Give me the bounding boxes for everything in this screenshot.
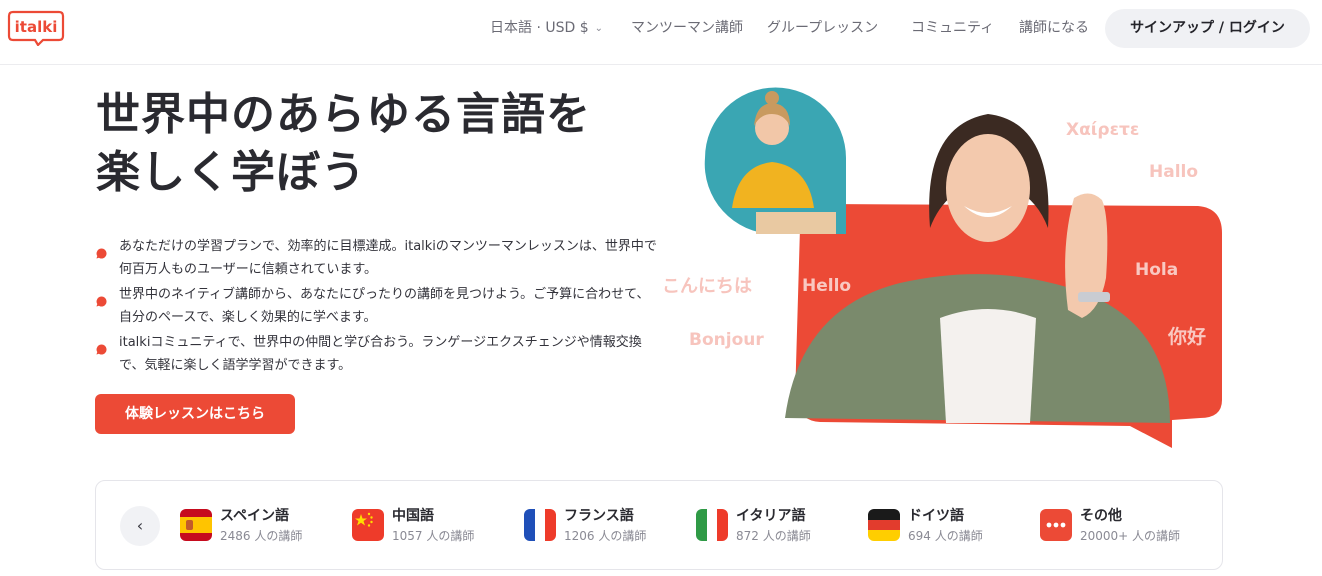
bullet-bubble-icon xyxy=(96,344,107,355)
logo-text: italki xyxy=(15,18,58,36)
tutor-count: 20000+ 人の講師 xyxy=(1080,529,1181,543)
nav-one-on-one-tutors[interactable]: マンツーマン講師 xyxy=(631,19,743,37)
tutor-count: 694 人の講師 xyxy=(908,529,983,543)
greeting-japanese: こんにちは xyxy=(662,276,752,297)
language-carousel: ‹ スペイン語 2486 人の講師 中国語 1057 人の講師 フランス語 12… xyxy=(95,480,1223,570)
feature-item: 世界中のネイティブ講師から、あなたにぴったりの講師を見つけよう。ご予算に合わせて… xyxy=(96,283,662,329)
top-nav-bar: italki 日本語 · USD $ ⌄ マンツーマン講師 グループレッスン コミ… xyxy=(0,0,1322,65)
language-name: 中国語 xyxy=(392,508,434,524)
france-flag-icon xyxy=(524,509,556,541)
signup-login-button[interactable]: サインアップ / ログイン xyxy=(1105,9,1310,48)
nav-community[interactable]: コミュニティ xyxy=(911,19,994,37)
greeting-german: Hallo xyxy=(1149,162,1199,182)
tutor-count: 1057 人の講師 xyxy=(392,529,475,543)
feature-item: italkiコミュニティで、世界中の仲間と学び合おう。ランゲージエクスチェンジや… xyxy=(96,331,662,377)
tutor-face xyxy=(946,134,1030,242)
tutor-count: 872 人の講師 xyxy=(736,529,811,543)
greeting-english: Hello xyxy=(802,276,852,296)
greeting-greek: Χαίρετε xyxy=(1066,120,1140,140)
hero-title-line1: 世界中のあらゆる言語を xyxy=(96,89,591,140)
hero-title: 世界中のあらゆる言語を 楽しく学ぼう xyxy=(96,86,696,202)
nav-become-tutor[interactable]: 講師になる xyxy=(1019,19,1089,37)
greeting-spanish: Hola xyxy=(1135,260,1179,280)
chevron-left-icon: ‹ xyxy=(136,516,144,535)
feature-list: あなただけの学習プランで、効率的に目標達成。italkiのマンツーマンレッスンは… xyxy=(96,235,662,379)
feature-text: italkiコミュニティで、世界中の仲間と学び合おう。ランゲージエクスチェンジや… xyxy=(119,335,642,373)
language-currency-selector[interactable]: 日本語 · USD $ ⌄ xyxy=(490,19,603,38)
chevron-down-icon: ⌄ xyxy=(594,23,604,34)
more-dots-icon xyxy=(1040,509,1072,541)
language-name: スペイン語 xyxy=(220,508,290,524)
germany-flag-icon xyxy=(868,509,900,541)
feature-item: あなただけの学習プランで、効率的に目標達成。italkiのマンツーマンレッスンは… xyxy=(96,235,662,281)
spain-flag-icon xyxy=(180,509,212,541)
hero-illustration: Χαίρετε Hallo こんにちは Hello Hola Bonjour 你… xyxy=(650,78,1250,458)
italy-flag-icon xyxy=(696,509,728,541)
language-currency-label: 日本語 · USD $ xyxy=(490,20,589,36)
feature-text: あなただけの学習プランで、効率的に目標達成。italkiのマンツーマンレッスンは… xyxy=(119,239,657,277)
tutor-count: 1206 人の講師 xyxy=(564,529,647,543)
language-name: ドイツ語 xyxy=(908,508,964,524)
bullet-bubble-icon xyxy=(96,248,107,259)
language-name: フランス語 xyxy=(564,508,634,524)
feature-text: 世界中のネイティブ講師から、あなたにぴったりの講師を見つけよう。ご予算に合わせて… xyxy=(119,287,650,325)
bullet-bubble-icon xyxy=(96,296,107,307)
italki-logo[interactable]: italki xyxy=(7,10,65,46)
tutor-count: 2486 人の講師 xyxy=(220,529,303,543)
carousel-prev-button[interactable]: ‹ xyxy=(120,506,160,546)
language-name: その他 xyxy=(1080,508,1122,524)
student-laptop xyxy=(756,212,836,234)
china-flag-icon xyxy=(352,509,384,541)
greeting-french: Bonjour xyxy=(689,330,764,350)
greeting-chinese: 你好 xyxy=(1168,326,1207,348)
hero-title-line2: 楽しく学ぼう xyxy=(96,147,366,198)
language-name: イタリア語 xyxy=(736,508,806,524)
nav-group-lessons[interactable]: グループレッスン xyxy=(767,19,878,37)
trial-lesson-button[interactable]: 体験レッスンはこちら xyxy=(95,394,295,434)
